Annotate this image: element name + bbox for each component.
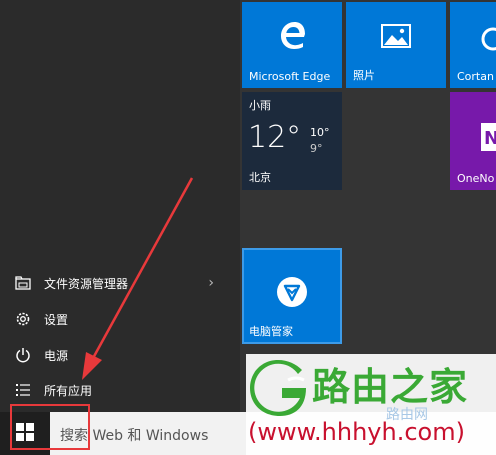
watermark-logo-icon <box>248 358 312 422</box>
watermark-brand: 路由之家 <box>312 365 469 409</box>
watermark-url: (www.hhhyh.com) <box>248 418 465 446</box>
watermark: 路由之家 路由网 (www.hhhyh.com) <box>246 354 496 455</box>
